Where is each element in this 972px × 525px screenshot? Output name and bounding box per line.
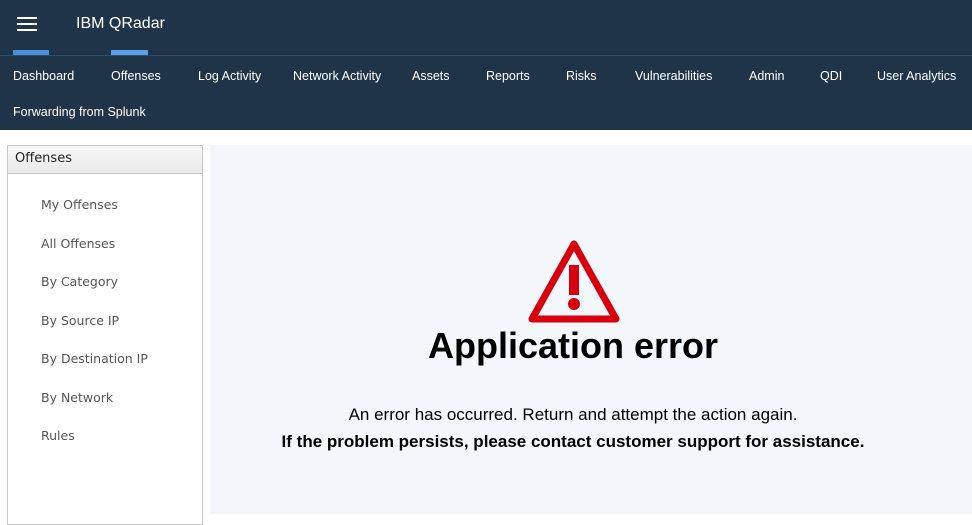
tab-offenses[interactable]: Offenses [111, 50, 161, 83]
tab-label: Risks [566, 69, 597, 83]
sidebar-item-by-destination-ip[interactable]: By Destination IP [41, 351, 148, 366]
tab-vulnerabilities[interactable]: Vulnerabilities [635, 69, 712, 83]
hamburger-menu-icon[interactable] [17, 17, 37, 33]
app-title: IBM QRadar [76, 15, 165, 32]
tab-qdi[interactable]: QDI [820, 69, 842, 83]
warning-triangle-icon [528, 240, 620, 323]
tab-label: Reports [486, 69, 530, 83]
tab-admin[interactable]: Admin [749, 69, 784, 83]
sidebar-item-by-network[interactable]: By Network [41, 390, 113, 405]
tab-label: QDI [820, 69, 843, 83]
tab-label: Dashboard [13, 69, 75, 83]
tab-network-activity[interactable]: Network Activity [293, 69, 381, 83]
tab-log-activity[interactable]: Log Activity [198, 69, 261, 83]
sidebar-item-by-source-ip[interactable]: By Source IP [41, 313, 119, 328]
tab-label: Offenses [111, 69, 161, 83]
tab-reports[interactable]: Reports [486, 69, 530, 83]
tab-label: Forwarding from Splunk [13, 105, 146, 119]
tab-label: Admin [749, 69, 785, 83]
tab-user-analytics[interactable]: User Analytics [877, 69, 956, 83]
sidebar-item-all-offenses[interactable]: All Offenses [41, 236, 115, 251]
main-area: Offenses My Offenses All Offenses By Cat… [0, 130, 972, 525]
tab-dashboard[interactable]: Dashboard [13, 50, 75, 83]
tab-label: User Analytics [877, 69, 957, 83]
tab-indicator-active [111, 50, 148, 55]
main-navigation: Dashboard Offenses Log Activity Network … [0, 50, 972, 130]
tab-risks[interactable]: Risks [566, 69, 597, 83]
sidebar-header: Offenses [8, 146, 202, 174]
tab-label: Log Activity [198, 69, 262, 83]
error-message: An error has occurred. Return and attemp… [348, 405, 798, 424]
tab-label: Network Activity [293, 69, 382, 83]
tab-forwarding-from-splunk[interactable]: Forwarding from Splunk [13, 105, 146, 119]
tab-indicator [13, 50, 49, 55]
tab-label: Vulnerabilities [635, 69, 713, 83]
error-support-message: If the problem persists, please contact … [281, 432, 865, 451]
tab-label: Assets [412, 69, 450, 83]
sidebar-item-rules[interactable]: Rules [41, 428, 75, 443]
sidebar-item-by-category[interactable]: By Category [41, 274, 118, 289]
top-header: IBM QRadar [0, 0, 972, 56]
sidebar-item-my-offenses[interactable]: My Offenses [41, 197, 118, 212]
error-content: Application error An error has occurred.… [210, 145, 972, 514]
error-title: Application error [427, 325, 719, 366]
tab-assets[interactable]: Assets [412, 69, 450, 83]
offenses-sidebar: Offenses My Offenses All Offenses By Cat… [7, 145, 203, 525]
